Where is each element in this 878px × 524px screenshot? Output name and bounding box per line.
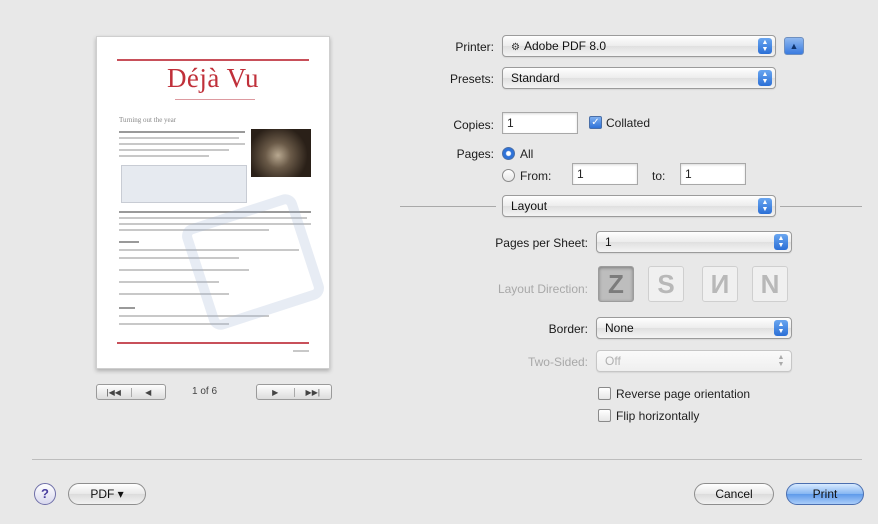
printer-label: Printer:	[455, 40, 494, 54]
pages-from-radio[interactable]	[502, 169, 515, 182]
pages-label: Pages:	[456, 147, 494, 161]
up-down-arrows-icon: ▲ ▼	[758, 198, 772, 214]
presets-value: Standard	[511, 71, 560, 85]
pages-to-field[interactable]: 1	[680, 163, 746, 185]
doc-text-line	[119, 241, 139, 243]
border-label: Border:	[548, 322, 588, 336]
up-down-arrows-icon: ▲ ▼	[774, 320, 788, 336]
flip-horizontally-label: Flip horizontally	[616, 409, 700, 423]
print-preview-page: Déjà Vu Turning out the year	[96, 36, 330, 369]
next-page-button[interactable]: ▶	[257, 388, 294, 397]
direction-n-button[interactable]: N	[752, 266, 788, 302]
section-divider-right	[780, 206, 862, 207]
copies-label: Copies:	[453, 118, 494, 132]
doc-subtitle: Turning out the year	[119, 116, 177, 124]
section-divider-left	[400, 206, 496, 207]
section-value: Layout	[511, 199, 548, 213]
reverse-orientation-label: Reverse page orientation	[616, 387, 751, 401]
preview-forward-buttons: ▶ ▶▶|	[256, 384, 332, 400]
doc-text-line	[119, 155, 209, 157]
doc-dialog-figure	[121, 165, 247, 203]
up-down-arrows-icon: ▲ ▼	[758, 38, 772, 54]
flip-horizontally-checkbox[interactable]	[598, 409, 611, 422]
two-sided-popup[interactable]: Off ▲ ▼	[596, 350, 792, 372]
previous-page-button[interactable]: ◀	[130, 387, 166, 397]
doc-text-line	[119, 137, 239, 139]
print-button[interactable]: Print	[786, 483, 864, 505]
doc-page-number	[293, 350, 309, 352]
printer-popup[interactable]: ⚙ Adobe PDF 8.0 ▲ ▼	[502, 35, 776, 57]
page-indicator: 1 of 6	[192, 386, 218, 397]
doc-title: Déjà Vu	[166, 63, 260, 93]
direction-s-button[interactable]: S	[648, 266, 684, 302]
presets-popup[interactable]: Standard ▲ ▼	[502, 67, 776, 89]
doc-photo	[251, 129, 311, 177]
collated-label: Collated	[606, 116, 651, 130]
printer-icon: ⚙	[511, 42, 520, 53]
copies-field[interactable]: 1	[502, 112, 578, 134]
pdf-menu-button[interactable]: PDF ▾	[68, 483, 146, 505]
footer-divider	[32, 459, 862, 460]
pages-all-radio[interactable]	[502, 147, 515, 160]
border-value: None	[605, 321, 634, 335]
pages-to-label: to:	[652, 169, 666, 183]
doc-tagline	[175, 99, 255, 100]
section-popup[interactable]: Layout ▲ ▼	[502, 195, 776, 217]
up-down-arrows-icon: ▲ ▼	[774, 234, 788, 250]
pages-from-field[interactable]: 1	[572, 163, 638, 185]
doc-text-line	[119, 149, 229, 151]
up-down-arrows-icon: ▲ ▼	[777, 354, 785, 368]
two-sided-value: Off	[605, 354, 621, 368]
direction-reverse-n-button[interactable]: И	[702, 266, 738, 302]
last-page-button[interactable]: ▶▶|	[293, 387, 332, 397]
up-down-arrows-icon: ▲ ▼	[758, 70, 772, 86]
pages-from-label: From:	[520, 169, 552, 183]
doc-footer-rule	[117, 342, 309, 344]
direction-z-button[interactable]: Z	[598, 266, 634, 302]
presets-label: Presets:	[449, 72, 494, 86]
doc-header-rule	[117, 59, 309, 61]
reverse-orientation-checkbox[interactable]	[598, 387, 611, 400]
printer-value: Adobe PDF 8.0	[523, 39, 607, 53]
border-popup[interactable]: None ▲ ▼	[596, 317, 792, 339]
doc-text-line	[119, 131, 245, 133]
pages-per-sheet-label: Pages per Sheet:	[495, 236, 588, 250]
first-page-button[interactable]: |◀◀	[97, 388, 131, 397]
help-button[interactable]: ?	[34, 483, 56, 505]
cancel-button[interactable]: Cancel	[694, 483, 774, 505]
collated-checkbox[interactable]: ✓	[589, 116, 602, 129]
pages-all-label: All	[520, 147, 534, 161]
preview-back-buttons: |◀◀ ◀	[96, 384, 166, 400]
pages-per-sheet-popup[interactable]: 1 ▲ ▼	[596, 231, 792, 253]
doc-text-line	[119, 143, 245, 145]
two-sided-label: Two-Sided:	[527, 355, 588, 369]
layout-direction-label: Layout Direction:	[497, 282, 588, 296]
collapse-dialog-button[interactable]: ▲	[784, 37, 804, 55]
pages-per-sheet-value: 1	[605, 235, 612, 249]
doc-text-line	[119, 307, 135, 309]
